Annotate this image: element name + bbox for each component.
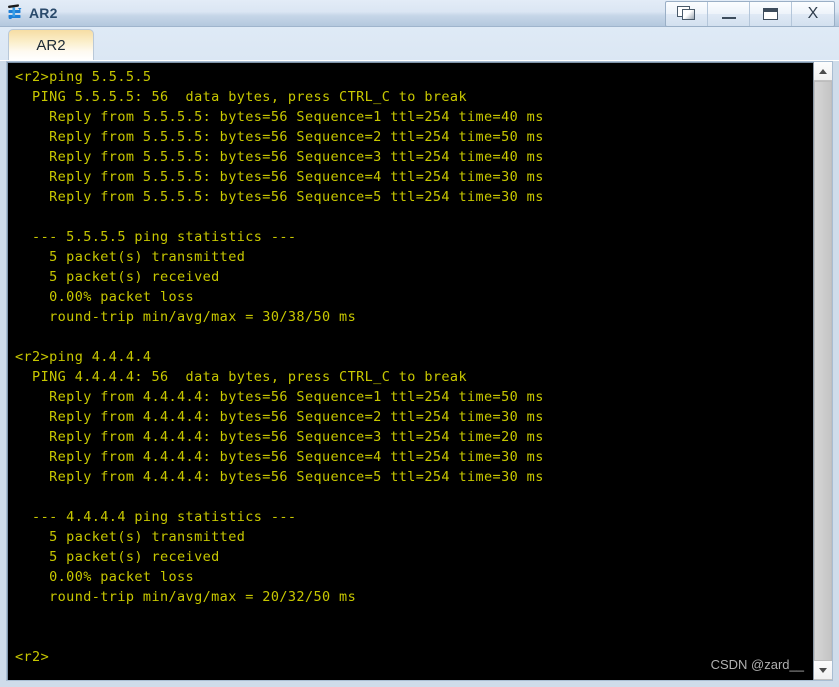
chevron-up-icon [819,68,827,74]
terminal-line: 0.00% packet loss [15,569,195,585]
close-icon: X [807,5,819,22]
tab-ar2[interactable]: AR2 [8,29,94,60]
window-controls: X [665,1,835,27]
minimize-button[interactable] [708,2,750,26]
application-window: AR2 X AR2 <r2>ping 5.5.5.5 PING 5.5.5.5:… [0,0,839,687]
terminal-line: Reply from 5.5.5.5: bytes=56 Sequence=1 … [15,109,544,125]
chevron-down-icon [819,667,827,673]
terminal-line: Reply from 5.5.5.5: bytes=56 Sequence=5 … [15,189,544,205]
terminal-line: 5 packet(s) received [15,269,220,285]
window-title: AR2 [29,5,58,21]
terminal-line: <r2>ping 5.5.5.5 [15,69,152,85]
tab-strip: AR2 [0,27,839,61]
terminal-output[interactable]: <r2>ping 5.5.5.5 PING 5.5.5.5: 56 data b… [7,62,813,680]
terminal-line: Reply from 4.4.4.4: bytes=56 Sequence=3 … [15,429,544,445]
scrollbar-track[interactable] [814,81,832,661]
terminal-panel[interactable]: <r2>ping 5.5.5.5 PING 5.5.5.5: 56 data b… [6,61,833,681]
terminal-line: Reply from 4.4.4.4: bytes=56 Sequence=1 … [15,389,544,405]
terminal-line: Reply from 4.4.4.4: bytes=56 Sequence=2 … [15,409,544,425]
terminal-line: round-trip min/avg/max = 20/32/50 ms [15,589,357,605]
tab-label: AR2 [36,36,66,54]
terminal-line: --- 5.5.5.5 ping statistics --- [15,229,297,245]
title-bar: AR2 X [0,0,839,27]
terminal-line: round-trip min/avg/max = 30/38/50 ms [15,309,357,325]
terminal-line: --- 4.4.4.4 ping statistics --- [15,509,297,525]
restore-icon [676,6,697,22]
terminal-line: PING 5.5.5.5: 56 data bytes, press CTRL_… [15,89,467,105]
router-icon [6,4,24,22]
maximize-button[interactable] [750,2,792,26]
terminal-line: 5 packet(s) received [15,549,220,565]
terminal-line: Reply from 4.4.4.4: bytes=56 Sequence=5 … [15,469,544,485]
minimize-icon [721,16,736,19]
scroll-up-button[interactable] [814,62,832,81]
close-button[interactable]: X [792,2,834,26]
terminal-line: Reply from 4.4.4.4: bytes=56 Sequence=4 … [15,449,544,465]
terminal-line: 0.00% packet loss [15,289,195,305]
restore-button[interactable] [666,2,708,26]
terminal-line: Reply from 5.5.5.5: bytes=56 Sequence=2 … [15,129,544,145]
scrollbar-thumb[interactable] [814,81,832,661]
terminal-line: PING 4.4.4.4: 56 data bytes, press CTRL_… [15,369,467,385]
scroll-down-button[interactable] [814,661,832,680]
terminal-line: Reply from 5.5.5.5: bytes=56 Sequence=3 … [15,149,544,165]
terminal-line: 5 packet(s) transmitted [15,249,246,265]
vertical-scrollbar[interactable] [813,62,832,680]
terminal-line: <r2>ping 4.4.4.4 [15,349,152,365]
terminal-line: <r2> [15,649,50,665]
terminal-line: 5 packet(s) transmitted [15,529,246,545]
terminal-line: Reply from 5.5.5.5: bytes=56 Sequence=4 … [15,169,544,185]
maximize-icon [763,8,778,20]
